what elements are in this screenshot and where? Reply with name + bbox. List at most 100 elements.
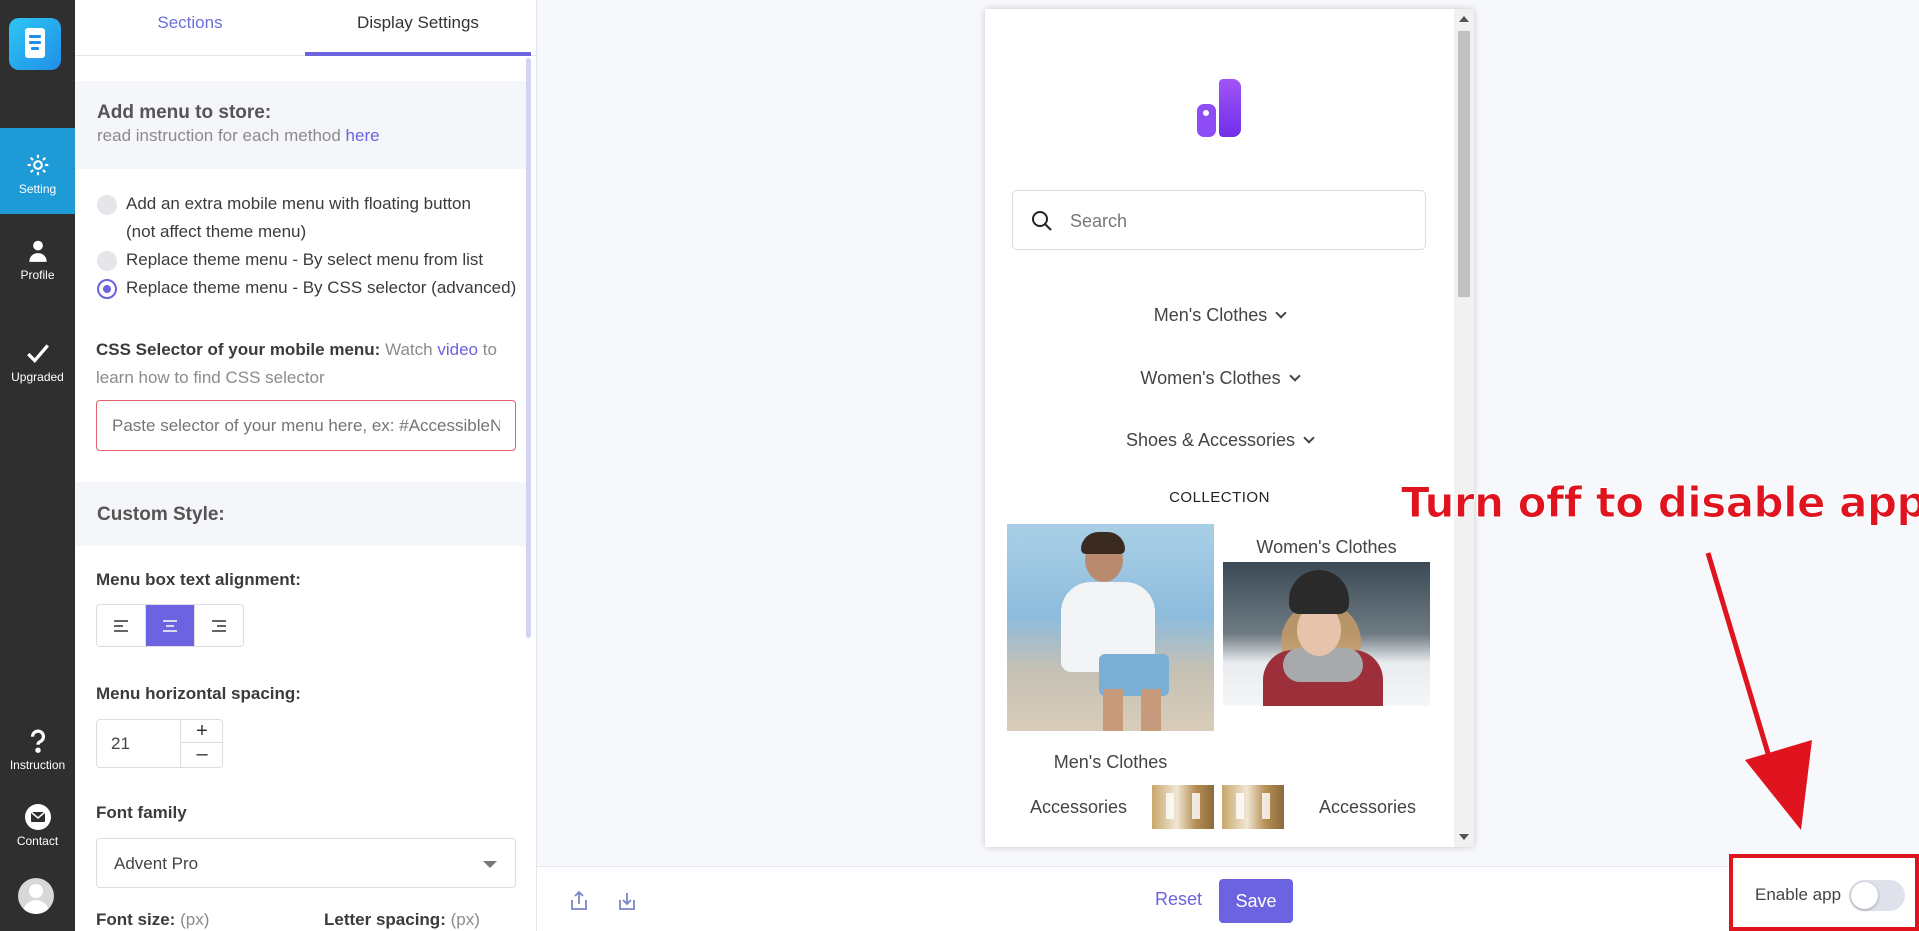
tab-sections[interactable]: Sections xyxy=(75,0,305,56)
enable-app-label: Enable app xyxy=(1755,885,1842,904)
radio-control[interactable] xyxy=(97,251,117,271)
radio-select-from-list[interactable]: Replace theme menu - By select menu from… xyxy=(97,246,483,274)
rail-item-upgraded[interactable]: Upgraded xyxy=(0,340,75,384)
alignment-button-group xyxy=(96,604,244,647)
scroll-up-icon[interactable] xyxy=(1459,16,1469,22)
annotation-text: Turn off to disable app xyxy=(1400,478,1919,528)
chevron-down-icon xyxy=(1288,370,1301,382)
radio-floating-button[interactable]: Add an extra mobile menu with floating b… xyxy=(97,190,471,246)
accessories-image[interactable] xyxy=(1152,785,1214,829)
annotation-arrow-icon xyxy=(1705,552,1812,830)
decrement-button[interactable]: – xyxy=(181,743,223,766)
css-selector-input[interactable] xyxy=(96,400,516,451)
add-menu-title: Add menu to store: xyxy=(97,102,272,123)
add-menu-subtitle: read instruction for each method xyxy=(97,126,341,145)
user-icon xyxy=(28,240,47,262)
enable-app-toggle[interactable] xyxy=(1849,880,1905,911)
womens-clothes-caption: Women's Clothes xyxy=(1256,537,1397,557)
gear-icon xyxy=(27,154,48,176)
align-left-icon xyxy=(114,619,128,632)
video-link[interactable]: video xyxy=(437,340,478,359)
import-icon[interactable] xyxy=(615,889,639,913)
menu-item-label: Men's Clothes xyxy=(1153,305,1268,325)
align-right-icon xyxy=(212,619,226,632)
custom-style-header: Custom Style: xyxy=(75,482,526,546)
scroll-thumb[interactable] xyxy=(1458,31,1470,297)
menu-item-label: Women's Clothes xyxy=(1140,368,1281,388)
font-family-label: Font family xyxy=(96,803,187,822)
font-size-unit: (px) xyxy=(180,910,210,929)
bottom-bar: Reset Save xyxy=(537,866,1919,931)
css-selector-label: CSS Selector of your mobile menu: xyxy=(96,340,381,359)
increment-button[interactable]: + xyxy=(181,720,223,743)
stepper-buttons: + – xyxy=(180,720,223,767)
mens-clothes-image[interactable] xyxy=(1007,524,1214,731)
rail-item-profile[interactable]: Profile xyxy=(0,238,75,282)
accessories-image[interactable] xyxy=(1222,785,1284,829)
avatar[interactable] xyxy=(18,878,54,914)
caret-down-icon xyxy=(483,861,497,868)
css-selector-label-block: CSS Selector of your mobile menu: Watch … xyxy=(96,336,516,392)
radio-control[interactable] xyxy=(97,195,117,215)
add-menu-header: Add menu to store: read instruction for … xyxy=(75,81,526,169)
save-button[interactable]: Save xyxy=(1219,879,1293,923)
watch-text: Watch xyxy=(385,340,433,359)
alignment-label: Menu box text alignment: xyxy=(96,570,301,589)
preview-menu-item[interactable]: Men's Clothes xyxy=(985,305,1454,326)
align-left-button[interactable] xyxy=(97,605,146,646)
panel-scrollbar[interactable] xyxy=(526,58,531,638)
womens-clothes-image[interactable] xyxy=(1223,562,1430,706)
nav-rail: Setting Profile Upgraded Instruction Con… xyxy=(0,0,75,931)
check-icon xyxy=(26,344,49,363)
reset-button[interactable]: Reset xyxy=(1155,889,1202,910)
search-placeholder: Search xyxy=(1070,211,1128,231)
rail-label-profile: Profile xyxy=(20,268,55,282)
panel-tabs: Sections Display Settings xyxy=(75,0,536,56)
radio-control-selected[interactable] xyxy=(97,279,117,299)
app-logo[interactable] xyxy=(9,18,61,70)
radio-css-selector[interactable]: Replace theme menu - By CSS selector (ad… xyxy=(97,274,516,302)
preview-search-box[interactable]: Search xyxy=(1012,190,1426,250)
custom-style-title: Custom Style: xyxy=(97,504,225,525)
mens-clothes-caption: Men's Clothes xyxy=(1053,752,1168,772)
to-text: to xyxy=(482,340,497,359)
chevron-down-icon xyxy=(1275,307,1287,319)
preview-scrollbar[interactable] xyxy=(1454,9,1474,847)
mail-icon xyxy=(24,804,51,830)
letter-spacing-label-block: Letter spacing: (px) xyxy=(324,910,480,930)
toggle-knob[interactable] xyxy=(1851,882,1878,909)
instruction-link[interactable]: here xyxy=(346,126,380,145)
preview-menu-item[interactable]: Shoes & Accessories xyxy=(985,430,1454,451)
font-size-label: Font size: xyxy=(96,910,176,929)
rail-item-instruction[interactable]: Instruction xyxy=(0,728,75,772)
preview-menu-item[interactable]: Women's Clothes xyxy=(985,368,1454,389)
rail-label-setting: Setting xyxy=(18,182,57,196)
spacing-stepper: 21 + – xyxy=(96,719,223,768)
font-family-value: Advent Pro xyxy=(114,854,199,873)
letter-spacing-label: Letter spacing: xyxy=(324,910,446,929)
scroll-down-icon[interactable] xyxy=(1459,834,1469,840)
font-family-select[interactable]: Advent Pro xyxy=(96,838,516,888)
export-icon[interactable] xyxy=(567,889,591,913)
tab-display-settings[interactable]: Display Settings xyxy=(305,0,531,56)
css-selector-help: learn how to find CSS selector xyxy=(96,368,325,387)
radio-label: Replace theme menu - By select menu from… xyxy=(126,250,484,269)
store-logo xyxy=(1197,79,1243,137)
rail-item-setting[interactable]: Setting xyxy=(0,128,75,214)
rail-label-upgraded: Upgraded xyxy=(11,370,64,384)
letter-spacing-unit: (px) xyxy=(450,910,480,929)
menu-item-label: Shoes & Accessories xyxy=(1125,430,1296,450)
rail-label-instruction: Instruction xyxy=(9,758,66,772)
rail-item-contact[interactable]: Contact xyxy=(0,804,75,848)
spacing-value[interactable]: 21 xyxy=(111,734,130,754)
font-size-label-block: Font size: (px) xyxy=(96,910,209,930)
align-right-button[interactable] xyxy=(195,605,243,646)
enable-app-highlight: Enable app xyxy=(1729,854,1919,931)
mobile-preview: Search Men's Clothes Women's Clothes Sho… xyxy=(985,9,1474,847)
radio-label: Add an extra mobile menu with floating b… xyxy=(126,194,471,213)
radio-label-note: (not affect theme menu) xyxy=(126,222,307,241)
settings-panel: Sections Display Settings Add menu to st… xyxy=(75,0,537,931)
align-center-button[interactable] xyxy=(146,605,195,646)
document-icon xyxy=(25,28,45,58)
chevron-down-icon xyxy=(1303,432,1315,444)
